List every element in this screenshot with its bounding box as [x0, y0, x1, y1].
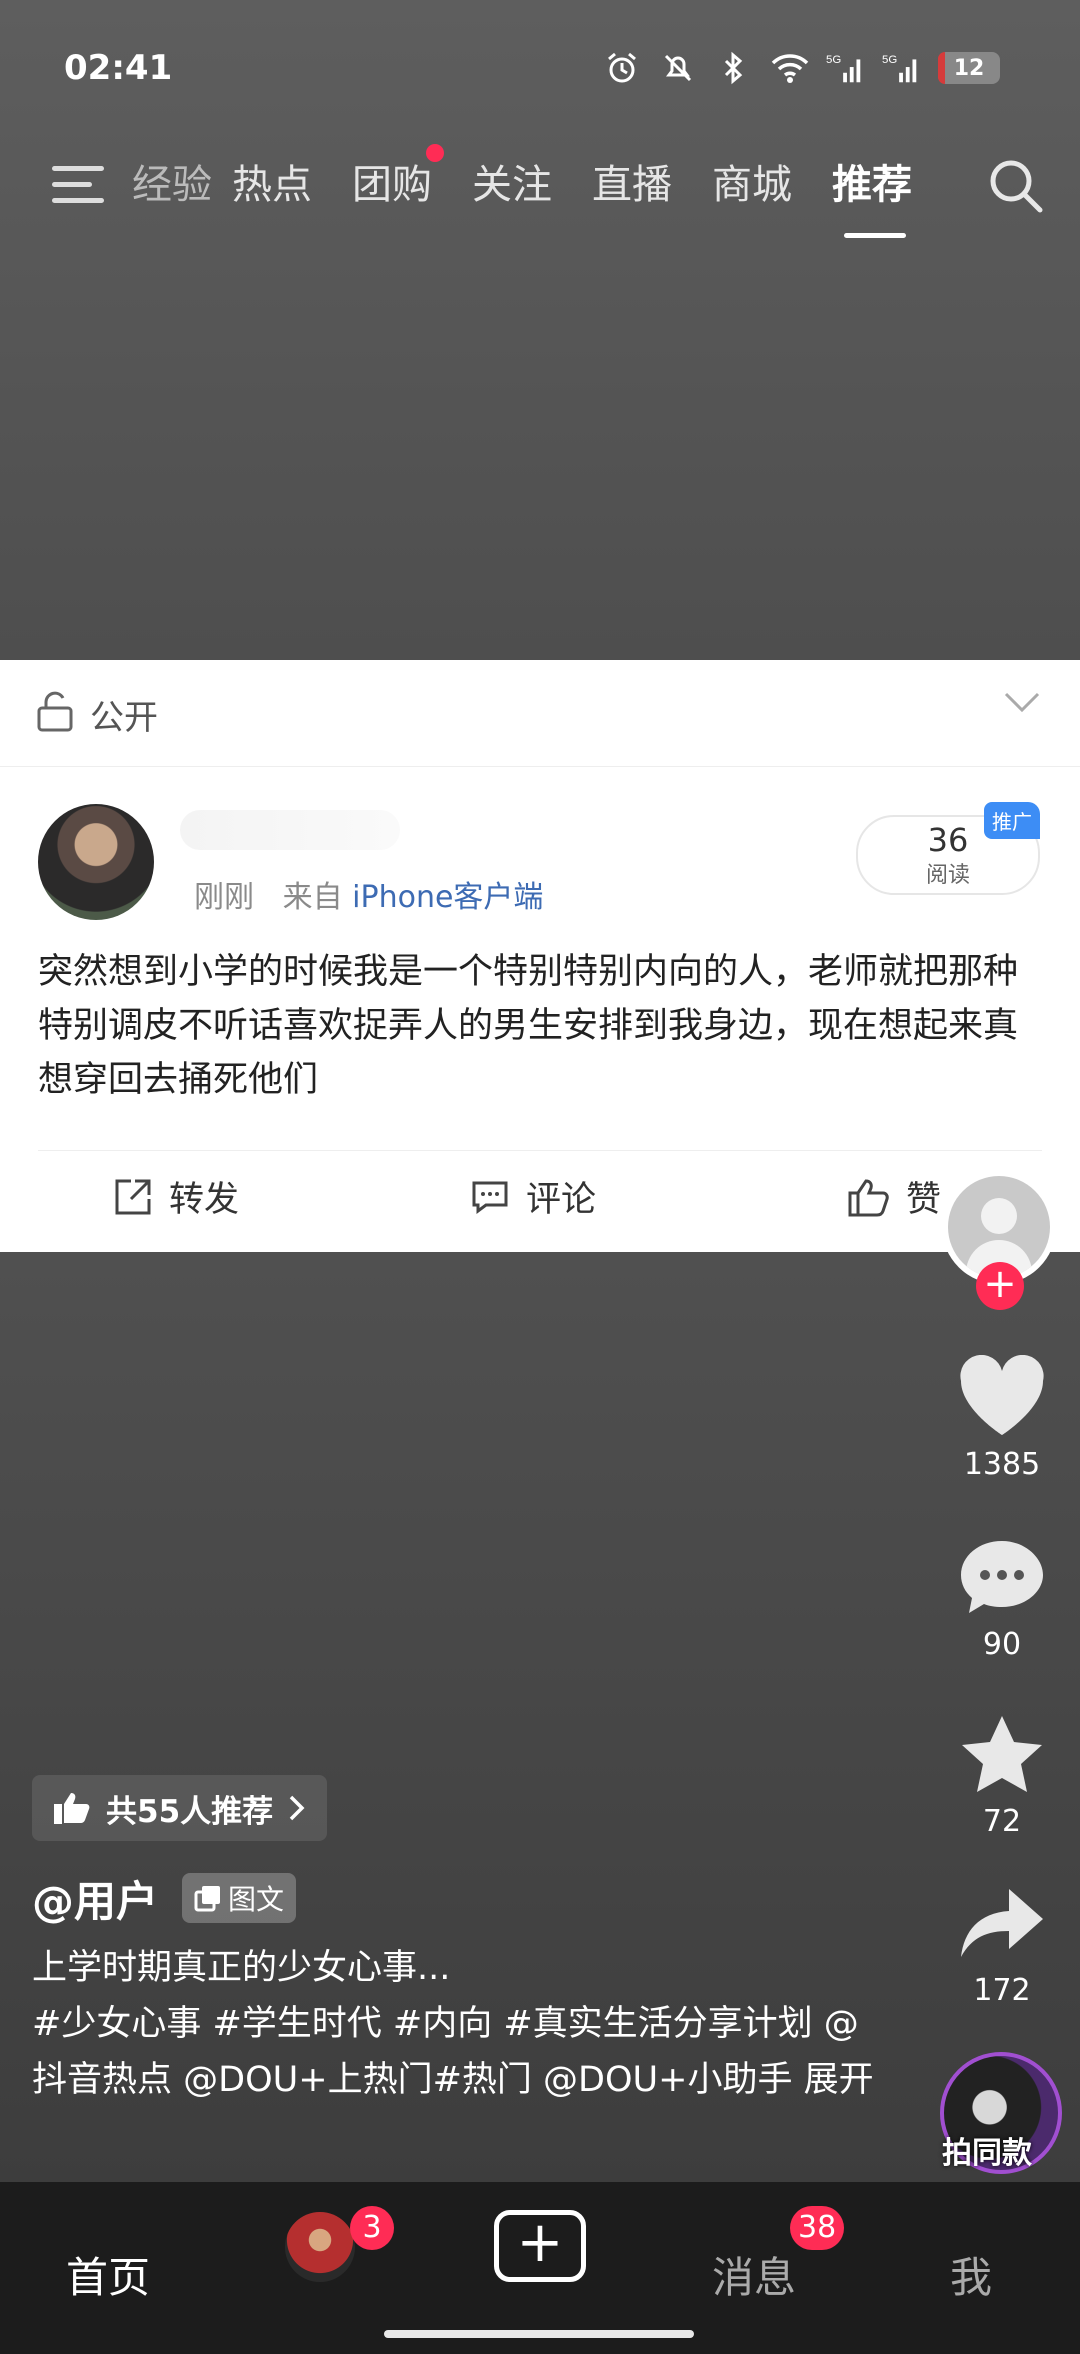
visibility-label: 公开 [90, 698, 158, 738]
signal-5g-icon: 5G [826, 48, 866, 88]
status-time: 02:41 [64, 48, 173, 88]
post-meta: 刚刚 来自 iPhone客户端 [194, 872, 543, 916]
tab-following[interactable]: 关注 [452, 150, 572, 220]
friends-avatar[interactable] [285, 2212, 355, 2282]
post-card: 公开 刚刚 来自 iPhone客户端 36 阅读 推广 突然想到小学的时候我是一… [0, 660, 1080, 1252]
recommend-text: 共55人推荐 [106, 1793, 274, 1830]
forward-label: 转发 [169, 1180, 240, 1220]
bluetooth-icon [714, 48, 754, 88]
unlock-icon [36, 690, 74, 732]
svg-text:5G: 5G [882, 54, 897, 66]
chevron-right-icon [289, 1795, 305, 1821]
expand-link[interactable]: 展开 [804, 2060, 874, 2100]
top-nav: 经验 热点 团购 关注 直播 商城 推荐 [0, 144, 1080, 238]
chevron-down-icon[interactable] [1004, 690, 1040, 720]
recommend-pill[interactable]: 共55人推荐 [32, 1775, 328, 1841]
nav-messages[interactable]: 消息 [712, 2244, 796, 2305]
image-text-label: 图文 [228, 1883, 285, 1916]
poster-avatar[interactable] [38, 804, 154, 920]
heart-icon [960, 1354, 1044, 1435]
battery-text: 12 [953, 55, 985, 81]
read-label: 阅读 [925, 863, 970, 888]
nav-me[interactable]: 我 [950, 2244, 992, 2305]
post-from-label: 来自 [282, 880, 343, 915]
like-video-button[interactable]: 1385 [950, 1354, 1054, 1482]
image-stack-icon [194, 1886, 220, 1912]
messages-badge: 38 [790, 2206, 845, 2250]
search-icon[interactable] [986, 156, 1046, 216]
wifi-icon [770, 48, 810, 88]
battery-level [938, 52, 946, 84]
comment-bubble-icon [961, 1541, 1043, 1613]
menu-icon[interactable] [52, 160, 108, 210]
forward-icon [115, 1179, 151, 1214]
friends-badge: 3 [350, 2206, 394, 2250]
favorite-button[interactable]: 72 [950, 1712, 1054, 1839]
svg-text:5G: 5G [826, 54, 841, 66]
visibility-bar[interactable]: 公开 [0, 660, 1080, 767]
post-source: iPhone客户端 [352, 880, 544, 915]
bottom-nav: 首页 3 + 消息 38 我 [0, 2182, 1080, 2354]
tab-group-buy[interactable]: 团购 [332, 144, 452, 220]
thumbs-up-icon [848, 1178, 889, 1216]
hashtags-line: #少女心事 #学生时代 #内向 #真实生活分享计划 @抖音热点 @DOU+上热门… [32, 1996, 892, 2108]
comment-icon [472, 1181, 508, 1214]
like-label: 赞 [906, 1180, 942, 1220]
hashtags-text[interactable]: #少女心事 #学生时代 #内向 #真实生活分享计划 @抖音热点 @DOU+上热门… [32, 2004, 859, 2100]
comments-button[interactable]: 90 [950, 1535, 1054, 1662]
comment-button[interactable]: 评论 [470, 1171, 596, 1222]
shoot-same-label[interactable]: 拍同款 [942, 2128, 1032, 2172]
share-count: 172 [973, 1973, 1031, 2008]
create-plus-button[interactable]: + [494, 2210, 586, 2282]
thumbs-up-filled-icon [54, 1793, 90, 1824]
signal-5g-secondary-icon: 5G [882, 48, 922, 88]
tab-live[interactable]: 直播 [572, 150, 692, 220]
tab-list: 经验 热点 团购 关注 直播 商城 推荐 [128, 144, 932, 238]
alarm-icon [602, 48, 642, 88]
nav-home[interactable]: 首页 [66, 2244, 150, 2305]
status-icons: 5G 5G 12 [602, 48, 1000, 88]
comment-label: 评论 [526, 1180, 597, 1220]
star-icon [962, 1716, 1042, 1792]
like-button[interactable]: 赞 [846, 1171, 941, 1222]
forward-button[interactable]: 转发 [113, 1171, 239, 1222]
post-text: 突然想到小学的时候我是一个特别特别内向的人，老师就把那种特别调皮不听话喜欢捉弄人… [38, 952, 1019, 1100]
like-count: 1385 [963, 1447, 1041, 1482]
comment-count: 90 [982, 1627, 1022, 1662]
author-name[interactable]: @用户 [32, 1868, 158, 1929]
post-actions: 转发 评论 赞 [38, 1150, 1042, 1253]
tab-group-buy-label: 团购 [352, 162, 432, 208]
video-description: 上学时期真正的少女心事... #少女心事 #学生时代 #内向 #真实生活分享计划… [32, 1940, 892, 2108]
follow-plus-button[interactable]: + [976, 1262, 1024, 1310]
notification-dot [426, 144, 444, 162]
battery-indicator: 12 [938, 52, 1000, 84]
tab-hot[interactable]: 热点 [212, 150, 332, 220]
share-arrow-icon [961, 1889, 1043, 1957]
promo-badge: 推广 [984, 802, 1040, 839]
favorite-count: 72 [982, 1804, 1022, 1839]
tab-mall[interactable]: 商城 [692, 150, 812, 220]
description-text: 上学时期真正的少女心事... [32, 1948, 451, 1988]
poster-name-blurred [180, 810, 400, 850]
status-bar: 02:41 5G 5G 12 [0, 0, 1080, 140]
image-text-tag: 图文 [182, 1873, 297, 1923]
mute-bell-icon [658, 48, 698, 88]
home-indicator[interactable] [384, 2330, 694, 2338]
tab-recommend[interactable]: 推荐 [812, 150, 932, 238]
post-time: 刚刚 [194, 880, 254, 915]
tab-experience[interactable]: 经验 [128, 150, 212, 220]
share-button[interactable]: 172 [950, 1885, 1054, 2008]
